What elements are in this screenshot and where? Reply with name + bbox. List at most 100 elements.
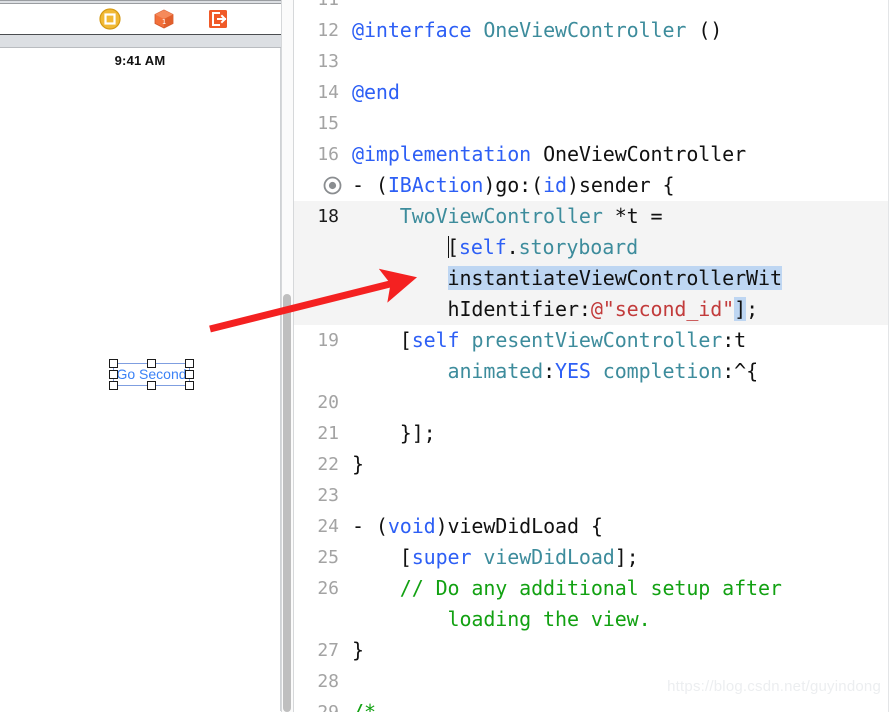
editor-vertical-scrollbar[interactable] [283,294,291,712]
exit-icon[interactable] [207,8,229,30]
source-editor[interactable]: 11 12 @interface OneViewController () 13 14 @… [294,0,889,712]
line-number: 19 [317,330,339,351]
resize-handle-s[interactable] [147,381,156,390]
code-line[interactable]: instantiateViewControllerWit [294,263,889,294]
resize-handle-e[interactable] [185,370,194,379]
code-line[interactable]: 15 [294,108,889,139]
code-line[interactable]: [self.storyboard [294,232,889,263]
code-token: self [458,235,507,259]
code-token: - ( [352,173,388,197]
code-text[interactable]: animated:YES completion:^{ [352,356,889,387]
code-token: ] [734,297,747,321]
resize-handle-ne[interactable] [185,359,194,368]
code-token: . [506,235,519,259]
code-line[interactable]: - (IBAction)go:(id)sender { [294,170,889,201]
code-text[interactable]: } [352,449,889,480]
code-line[interactable]: 16 @implementation OneViewController [294,139,889,170]
code-text[interactable]: [super viewDidLoad]; [352,542,889,573]
code-token: )viewDidLoad { [435,514,603,538]
code-token: // Do any additional setup after [352,576,782,600]
code-line[interactable]: 22} [294,449,889,480]
resize-handle-se[interactable] [185,381,194,390]
view-controller-icon[interactable] [98,8,121,30]
code-line[interactable]: 13 [294,46,889,77]
code-token: @implementation [352,142,544,166]
code-text[interactable]: @end [352,77,889,108]
code-token: YES [555,359,603,383]
xcode-window: 1 9:41 AM Go Second 12 @interface OneVie… [0,0,889,712]
code-token: :^{ [722,359,759,383]
code-token: @"second_id" [590,297,735,321]
code-token: IBAction [387,173,484,197]
resize-handle-nw[interactable] [109,359,118,368]
code-text[interactable]: - (IBAction)go:(id)sender { [352,170,889,201]
code-line[interactable]: 11 [294,0,889,15]
code-text[interactable]: hIdentifier:@"second_id"]; [352,294,889,325]
go-second-button[interactable]: Go Second [109,359,194,390]
status-bar-time: 9:41 AM [114,53,166,68]
resize-handle-w[interactable] [109,370,118,379]
code-lines-container: 11 12 @interface OneViewController () 13 14 @… [294,0,889,712]
code-text[interactable]: } [352,635,889,666]
code-text[interactable]: /* [352,697,889,712]
code-text[interactable]: TwoViewController *t = [352,201,889,232]
code-token: } [352,638,364,662]
line-number: 16 [317,144,339,165]
code-token: ]; [614,545,639,569]
code-token: instantiateViewControllerWit [447,266,782,290]
code-text[interactable]: [self presentViewController:t [352,325,889,356]
code-token: void [387,514,436,538]
code-line[interactable]: hIdentifier:@"second_id"]; [294,294,889,325]
code-line[interactable]: 20 [294,387,889,418]
code-token: }]; [352,421,436,445]
code-token: completion [602,359,723,383]
ibaction-connection-icon[interactable] [294,170,352,201]
code-token: [ [446,235,459,259]
code-line[interactable]: 18 TwoViewController *t = [294,201,889,232]
resize-handle-n[interactable] [147,359,156,368]
line-number: 29 [294,697,352,712]
code-token: @end [352,80,400,104]
code-line[interactable]: 23 [294,480,889,511]
first-responder-icon[interactable]: 1 [153,8,175,30]
code-token: id [543,173,567,197]
code-text[interactable]: @implementation OneViewController [352,139,889,170]
code-line[interactable]: 26 // Do any additional setup after [294,573,889,604]
line-number: 14 [317,82,339,103]
code-token: presentViewController [471,328,723,352]
code-token: super [411,545,484,569]
code-line[interactable]: loading the view. [294,604,889,635]
code-text[interactable]: }]; [352,418,889,449]
line-number: 28 [317,671,339,692]
device-canvas[interactable]: 9:41 AM Go Second [0,48,281,711]
code-text[interactable]: [self.storyboard [352,232,889,263]
resize-handle-sw[interactable] [109,381,118,390]
code-text[interactable]: loading the view. [352,604,889,635]
code-text[interactable]: // Do any additional setup after [352,573,889,604]
code-line[interactable]: 14 @end [294,77,889,108]
code-text[interactable]: instantiateViewControllerWit [352,263,889,294]
code-text[interactable]: - (void)viewDidLoad { [352,511,889,542]
code-token: self [411,328,472,352]
code-line[interactable]: 27} [294,635,889,666]
line-number: 21 [317,423,339,444]
line-number: 25 [317,547,339,568]
code-token: @interface [352,18,484,42]
code-line[interactable]: 19 [self presentViewController:t [294,325,889,356]
line-number: 15 [317,113,339,134]
code-line[interactable]: animated:YES completion:^{ [294,356,889,387]
code-line[interactable]: 29/* [294,697,889,712]
code-token: () [698,18,723,42]
statusbar-strip [0,35,281,48]
line-number: 20 [317,392,339,413]
code-token: )sender { [566,173,675,197]
line-number: 27 [317,640,339,661]
code-line[interactable]: 12 @interface OneViewController () [294,15,889,46]
code-line[interactable]: 25 [super viewDidLoad]; [294,542,889,573]
code-token: viewDidLoad [483,545,615,569]
code-text[interactable]: @interface OneViewController () [352,15,889,46]
code-line[interactable]: 24 - (void)viewDidLoad { [294,511,889,542]
code-line[interactable]: 21 }]; [294,418,889,449]
